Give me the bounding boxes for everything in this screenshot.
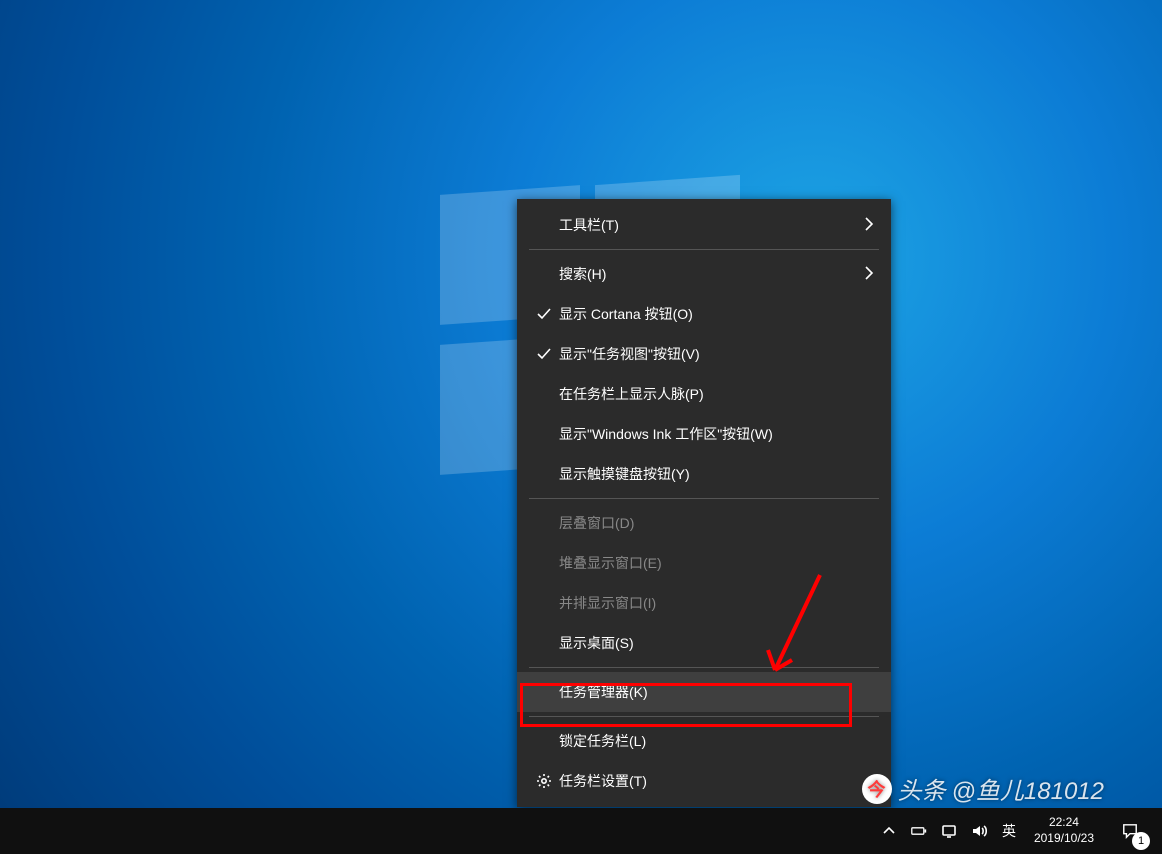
menu-label: 显示"Windows Ink 工作区"按钮(W) xyxy=(557,424,857,444)
battery-icon[interactable] xyxy=(906,808,932,854)
menu-separator xyxy=(529,667,879,668)
menu-label: 锁定任务栏(L) xyxy=(557,731,857,751)
taskbar[interactable]: 英 22:24 2019/10/23 1 xyxy=(0,808,1162,854)
menu-item-stack: 堆叠显示窗口(E) xyxy=(517,543,891,583)
clock-date: 2019/10/23 xyxy=(1034,831,1094,847)
watermark-handle: @鱼儿181012 xyxy=(952,771,1104,806)
volume-icon[interactable] xyxy=(966,808,992,854)
clock[interactable]: 22:24 2019/10/23 xyxy=(1026,808,1102,854)
menu-label: 工具栏(T) xyxy=(557,215,857,235)
gear-icon xyxy=(531,773,557,789)
menu-label: 显示 Cortana 按钮(O) xyxy=(557,304,857,324)
menu-item-show-people[interactable]: 在任务栏上显示人脉(P) xyxy=(517,374,891,414)
menu-label: 并排显示窗口(I) xyxy=(557,593,857,613)
menu-label: 任务管理器(K) xyxy=(557,682,857,702)
menu-label: 显示触摸键盘按钮(Y) xyxy=(557,464,857,484)
menu-label: 堆叠显示窗口(E) xyxy=(557,553,857,573)
tray-chevron-up-icon[interactable] xyxy=(876,808,902,854)
menu-item-show-touch-keyboard[interactable]: 显示触摸键盘按钮(Y) xyxy=(517,454,891,494)
menu-label: 层叠窗口(D) xyxy=(557,513,857,533)
menu-item-show-cortana[interactable]: 显示 Cortana 按钮(O) xyxy=(517,294,891,334)
menu-item-cascade: 层叠窗口(D) xyxy=(517,503,891,543)
menu-label: 在任务栏上显示人脉(P) xyxy=(557,384,857,404)
menu-item-show-ink[interactable]: 显示"Windows Ink 工作区"按钮(W) xyxy=(517,414,891,454)
check-icon xyxy=(531,346,557,362)
menu-item-taskbar-settings[interactable]: 任务栏设置(T) xyxy=(517,761,891,801)
menu-item-side-by-side: 并排显示窗口(I) xyxy=(517,583,891,623)
menu-item-show-desktop[interactable]: 显示桌面(S) xyxy=(517,623,891,663)
menu-separator xyxy=(529,249,879,250)
check-icon xyxy=(531,306,557,322)
watermark-prefix: 头条 xyxy=(898,771,946,806)
menu-label: 搜索(H) xyxy=(557,264,857,284)
menu-item-search[interactable]: 搜索(H) xyxy=(517,254,891,294)
menu-separator xyxy=(529,716,879,717)
chevron-right-icon xyxy=(857,265,877,284)
menu-item-task-manager[interactable]: 任务管理器(K) xyxy=(517,672,891,712)
network-icon[interactable] xyxy=(936,808,962,854)
action-center-icon[interactable]: 1 xyxy=(1106,808,1154,854)
notification-badge: 1 xyxy=(1132,832,1150,850)
system-tray: 英 22:24 2019/10/23 1 xyxy=(876,808,1154,854)
watermark-logo-icon: 今 xyxy=(862,774,892,804)
menu-item-show-taskview[interactable]: 显示"任务视图"按钮(V) xyxy=(517,334,891,374)
watermark: 今 头条 @鱼儿181012 xyxy=(862,771,1104,806)
menu-label: 显示"任务视图"按钮(V) xyxy=(557,344,857,364)
taskbar-context-menu: 工具栏(T) 搜索(H) 显示 Cortana 按钮(O) 显示"任务视图"按钮… xyxy=(517,199,891,807)
menu-separator xyxy=(529,498,879,499)
menu-item-lock-taskbar[interactable]: 锁定任务栏(L) xyxy=(517,721,891,761)
menu-item-toolbars[interactable]: 工具栏(T) xyxy=(517,205,891,245)
ime-language-indicator[interactable]: 英 xyxy=(996,808,1022,854)
menu-label: 显示桌面(S) xyxy=(557,633,857,653)
chevron-right-icon xyxy=(857,216,877,235)
clock-time: 22:24 xyxy=(1049,815,1079,831)
menu-label: 任务栏设置(T) xyxy=(557,771,857,791)
